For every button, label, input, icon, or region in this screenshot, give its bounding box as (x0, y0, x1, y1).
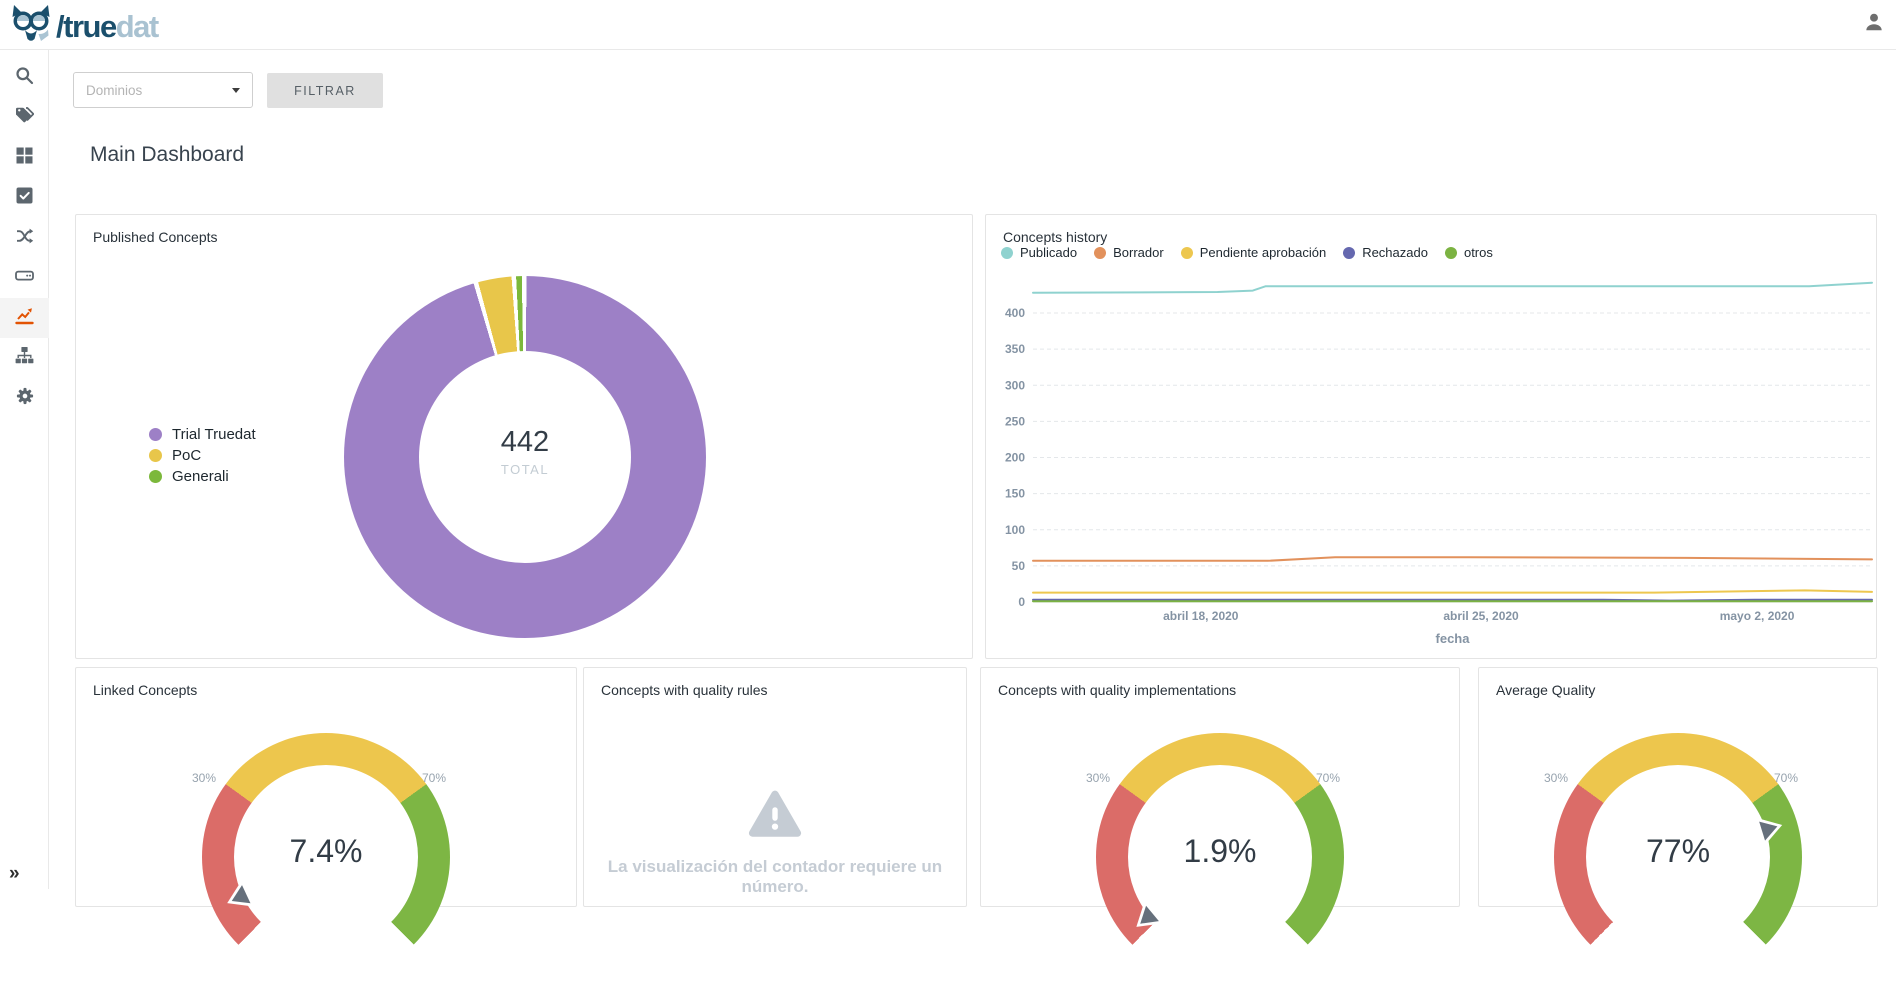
panel-title: Concepts history (1003, 229, 1107, 245)
app-header: /truedat (0, 0, 1896, 50)
svg-text:350: 350 (1005, 342, 1025, 356)
sidebar-expand-button[interactable]: » (0, 863, 49, 885)
page-title: Main Dashboard (90, 143, 244, 167)
published-concepts-panel: Published Concepts 442 TOTAL Trial Trued… (75, 214, 973, 659)
svg-text:0: 0 (1018, 595, 1025, 609)
gauge-value: 7.4% (186, 833, 466, 870)
average-quality-gauge: 30% 70% 77% (1538, 717, 1818, 997)
legend-dot (149, 449, 162, 462)
legend-dot (1094, 247, 1106, 259)
sidebar-item-structures[interactable] (0, 138, 49, 178)
donut-total-value: 442 (501, 426, 549, 459)
sidebar-item-quality[interactable] (0, 178, 49, 218)
gauge-value: 1.9% (1080, 833, 1360, 870)
legend-item[interactable]: Pendiente aprobación (1181, 245, 1327, 260)
gauge-tick-30: 30% (1544, 771, 1568, 785)
legend-item[interactable]: Generali (149, 468, 256, 485)
user-menu-button[interactable] (1860, 10, 1888, 38)
legend-label: Rechazado (1362, 245, 1428, 260)
brand-wordmark: /truedat (56, 7, 158, 47)
legend-dot (149, 470, 162, 483)
quality-implementations-panel: Concepts with quality implementations 30… (980, 667, 1460, 907)
pie-legend: Trial Truedat PoC Generali (149, 426, 256, 485)
chart-line-icon (15, 306, 34, 330)
legend-dot (149, 428, 162, 441)
storage-icon (15, 266, 34, 290)
gauge-tick-30: 30% (192, 771, 216, 785)
svg-text:250: 250 (1005, 414, 1025, 428)
search-icon (15, 66, 34, 90)
gauge-value: 77% (1538, 833, 1818, 870)
svg-text:150: 150 (1005, 487, 1025, 501)
svg-text:abril 25, 2020: abril 25, 2020 (1443, 609, 1519, 623)
sidebar-item-lineage[interactable] (0, 218, 49, 258)
svg-text:mayo 2, 2020: mayo 2, 2020 (1720, 609, 1795, 623)
panel-title: Concepts with quality rules (601, 682, 768, 698)
linked-concepts-panel: Linked Concepts 30% 70% 7.4% (75, 667, 577, 907)
legend-label: Pendiente aprobación (1200, 245, 1327, 260)
history-line-chart: 0 50 100 150 200 250 300 350 400 abril 18, 2020 ab… (996, 271, 1878, 649)
legend-item[interactable]: Borrador (1094, 245, 1164, 260)
panel-title: Average Quality (1496, 682, 1595, 698)
svg-text:400: 400 (1005, 306, 1025, 320)
sitemap-icon (15, 346, 34, 370)
legend-item[interactable]: PoC (149, 447, 256, 464)
legend-label: Borrador (1113, 245, 1164, 260)
legend-dot (1181, 247, 1193, 259)
sidebar-item-dashboards[interactable] (0, 298, 49, 338)
sidebar-item-systems[interactable] (0, 258, 49, 298)
legend-label: PoC (172, 447, 201, 464)
warning-message: La visualización del contador requiere u… (584, 857, 966, 897)
legend-label: Publicado (1020, 245, 1077, 260)
legend-item[interactable]: Rechazado (1343, 245, 1428, 260)
domains-select[interactable]: Dominios (73, 72, 253, 108)
legend-label: Trial Truedat (172, 426, 256, 443)
history-legend: Publicado Borrador Pendiente aprobación Rec… (1001, 245, 1510, 260)
grid-icon (16, 147, 33, 169)
legend-dot (1445, 247, 1457, 259)
gear-icon (16, 387, 34, 410)
gauge-tick-70: 70% (422, 771, 446, 785)
donut-total-caption: TOTAL (501, 462, 549, 477)
svg-text:abril 18, 2020: abril 18, 2020 (1163, 609, 1239, 623)
svg-text:50: 50 (1012, 559, 1026, 573)
legend-label: otros (1464, 245, 1493, 260)
quality-implementations-gauge: 30% 70% 1.9% (1080, 717, 1360, 997)
linked-concepts-gauge: 30% 70% 7.4% (186, 717, 466, 997)
legend-label: Generali (172, 468, 229, 485)
truedat-logo[interactable]: /truedat (10, 4, 158, 49)
average-quality-panel: Average Quality 30% 70% 77% (1478, 667, 1878, 907)
legend-dot (1001, 247, 1013, 259)
svg-text:100: 100 (1005, 523, 1025, 537)
svg-text:300: 300 (1005, 378, 1025, 392)
legend-item[interactable]: otros (1445, 245, 1493, 260)
svg-text:200: 200 (1005, 451, 1025, 465)
legend-item[interactable]: Publicado (1001, 245, 1077, 260)
tags-icon (15, 106, 34, 130)
quality-rules-panel: Concepts with quality rules La visualiza… (583, 667, 967, 907)
caret-down-icon (232, 88, 240, 93)
filter-button[interactable]: FILTRAR (267, 73, 383, 108)
sidebar-item-search[interactable] (0, 58, 49, 98)
panel-title: Concepts with quality implementations (998, 682, 1236, 698)
check-square-icon (16, 187, 33, 209)
svg-text:fecha: fecha (1436, 631, 1471, 646)
shuffle-icon (16, 227, 34, 250)
owl-logo-icon (10, 4, 52, 49)
gauge-tick-30: 30% (1086, 771, 1110, 785)
person-icon (1863, 11, 1885, 38)
warning-triangle-icon (748, 789, 802, 844)
sidebar-nav: » (0, 50, 49, 889)
sidebar-item-taxonomy[interactable] (0, 338, 49, 378)
panel-title: Linked Concepts (93, 682, 197, 698)
concepts-history-panel: Concepts history Publicado Borrador Pendie… (985, 214, 1877, 659)
legend-dot (1343, 247, 1355, 259)
sidebar-item-tags[interactable] (0, 98, 49, 138)
gauge-tick-70: 70% (1774, 771, 1798, 785)
domains-select-placeholder: Dominios (86, 83, 142, 98)
gauge-tick-70: 70% (1316, 771, 1340, 785)
legend-item[interactable]: Trial Truedat (149, 426, 256, 443)
sidebar-item-settings[interactable] (0, 378, 49, 418)
donut-center-label: 442 TOTAL (419, 345, 631, 557)
